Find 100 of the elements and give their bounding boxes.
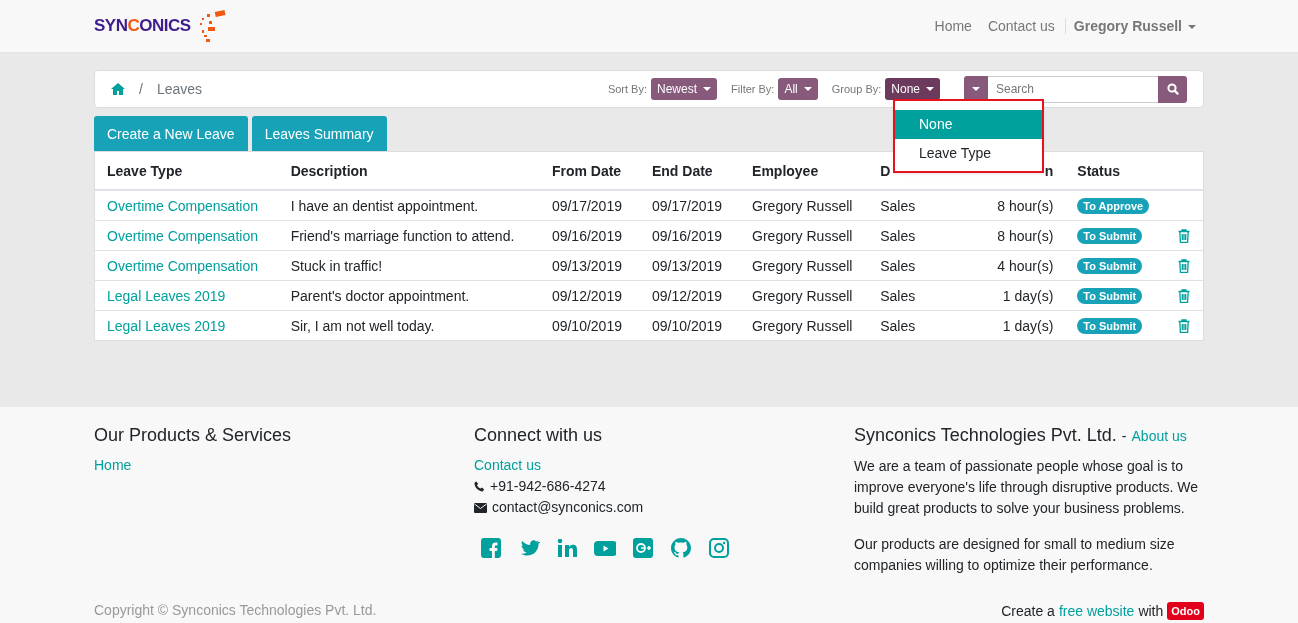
table-cell: 1 day(s) (1002, 317, 1054, 334)
table-cell: Gregory Russell (752, 257, 853, 274)
table-cell: 09/10/2019 (551, 317, 622, 334)
caret-icon (1188, 25, 1196, 30)
table-cell: 09/12/2019 (551, 287, 622, 304)
table-cell: Sales (880, 227, 916, 244)
leave-type-link[interactable]: Overtime Compensation (107, 257, 258, 274)
credit-text: with (1138, 603, 1164, 619)
website-link[interactable]: free website (1058, 603, 1135, 619)
column-header: Description (290, 162, 368, 179)
search-button[interactable] (1158, 75, 1187, 103)
logo-text: SYNCONICS (94, 16, 191, 36)
status-badge: To Submit (1077, 228, 1143, 244)
table-cell: 8 hour(s) (997, 227, 1054, 244)
action-button[interactable]: Create a New Leave (94, 116, 248, 151)
caret-icon (926, 87, 934, 91)
control-label: Filter By: (731, 83, 775, 95)
table-cell: Gregory Russell (752, 227, 853, 244)
action-button[interactable]: Leaves Summary (251, 116, 387, 151)
search-icon (1166, 83, 1179, 95)
leave-type-link[interactable]: Legal Leaves 2019 (107, 317, 226, 334)
table-cell: Sir, I am not well today. (290, 317, 435, 334)
github-icon[interactable] (670, 537, 692, 559)
table-cell: Gregory Russell (752, 197, 853, 214)
table-cell: 09/13/2019 (651, 257, 723, 274)
footer-heading: Synconics Technologies Pvt. Ltd. (854, 425, 1117, 445)
table-cell: Sales (880, 287, 916, 304)
phone-icon (474, 481, 485, 492)
column-header: End Date (651, 162, 713, 179)
footer-heading: Our Products & Services (94, 424, 293, 446)
footer-heading: Connect with us (474, 424, 604, 446)
trash-icon[interactable] (1178, 228, 1191, 243)
leave-type-link[interactable]: Overtime Compensation (107, 227, 258, 244)
column-header: From Date (551, 162, 622, 179)
table-cell: Parent's doctor appointment. (290, 287, 470, 304)
control-label: Group By: (831, 83, 882, 95)
trash-icon[interactable] (1178, 288, 1191, 303)
caret-icon (703, 87, 712, 91)
company-description: Our products are designed for small to medium size companies willing to optimize their performance. (854, 535, 1176, 575)
table-cell: 09/16/2019 (551, 227, 622, 244)
nav-link[interactable]: Contact us (979, 18, 1063, 34)
table-cell: 4 hour(s) (997, 257, 1054, 274)
column-header: Status (1077, 162, 1121, 179)
status-badge: To Submit (1077, 288, 1143, 304)
breadcrumb-current: Leaves (156, 81, 203, 97)
copyright-text: Copyright © Synconics Technologies Pvt. Ltd. (94, 602, 377, 620)
odoo-badge: Odoo (1167, 602, 1204, 620)
table-cell: 1 day(s) (1002, 287, 1054, 304)
about-link[interactable]: About us (1131, 428, 1187, 444)
home-icon[interactable] (111, 83, 125, 95)
caret-icon (972, 87, 980, 91)
footer-link[interactable]: Contact us (474, 455, 541, 476)
company-description: We are a team of passionate people whose goal is to improve everyone's life through disruptive products. We build great products to solve your business problems. (854, 457, 1200, 518)
leave-type-link[interactable]: Legal Leaves 2019 (107, 287, 226, 304)
table-cell: Stuck in traffic! (290, 257, 383, 274)
phone-number: +91-942-686-4274 (490, 477, 606, 496)
table-cell: Sales (880, 257, 916, 274)
column-header: D (880, 162, 891, 179)
column-header: n (1044, 162, 1054, 179)
nav-link[interactable]: Home (926, 18, 980, 34)
table-cell: 09/10/2019 (651, 317, 723, 334)
column-header: Leave Type (107, 162, 183, 179)
email-address: contact@synconics.com (492, 498, 644, 517)
user-menu[interactable]: Gregory Russell (1064, 18, 1204, 34)
trash-icon[interactable] (1178, 318, 1191, 333)
breadcrumb-separator: / (139, 81, 143, 97)
table-cell: Gregory Russell (752, 287, 853, 304)
footer-link[interactable]: Home (94, 455, 474, 476)
dropdown-item[interactable]: Leave Type (895, 139, 1042, 168)
table-cell: 8 hour(s) (997, 197, 1054, 214)
table-cell: 09/17/2019 (551, 197, 622, 214)
facebook-icon[interactable] (480, 537, 502, 559)
credit-text: Create a (1001, 603, 1055, 619)
trash-icon[interactable] (1178, 258, 1191, 273)
table-cell: Friend's marriage function to attend. (290, 227, 515, 244)
status-badge: To Submit (1077, 318, 1143, 334)
instagram-icon[interactable] (708, 537, 730, 559)
dropdown-button[interactable]: All (778, 78, 818, 100)
status-badge: To Submit (1077, 258, 1143, 274)
status-badge: To Approve (1077, 198, 1150, 214)
table-cell: Sales (880, 197, 916, 214)
control-label: Sort By: (607, 83, 647, 95)
table-cell: 09/16/2019 (651, 227, 723, 244)
google-plus-icon[interactable] (632, 537, 654, 559)
table-cell: 09/17/2019 (651, 197, 723, 214)
search-field[interactable]: Search (988, 75, 1158, 103)
dropdown-item[interactable]: None (895, 110, 1042, 139)
table-cell: 09/12/2019 (651, 287, 723, 304)
envelope-icon (474, 502, 487, 513)
heading-separator: - (1121, 428, 1127, 444)
table-cell: I have an dentist appointment. (290, 197, 479, 214)
column-header: Employee (752, 162, 819, 179)
table-cell: 09/13/2019 (551, 257, 622, 274)
caret-icon (803, 87, 812, 91)
table-cell: Gregory Russell (752, 317, 853, 334)
table-cell: Sales (880, 317, 916, 334)
leave-type-link[interactable]: Overtime Compensation (107, 197, 258, 214)
dropdown-button[interactable]: Newest (651, 78, 718, 100)
dropdown-button[interactable]: None (885, 78, 940, 100)
linkedin-icon[interactable] (556, 537, 578, 559)
